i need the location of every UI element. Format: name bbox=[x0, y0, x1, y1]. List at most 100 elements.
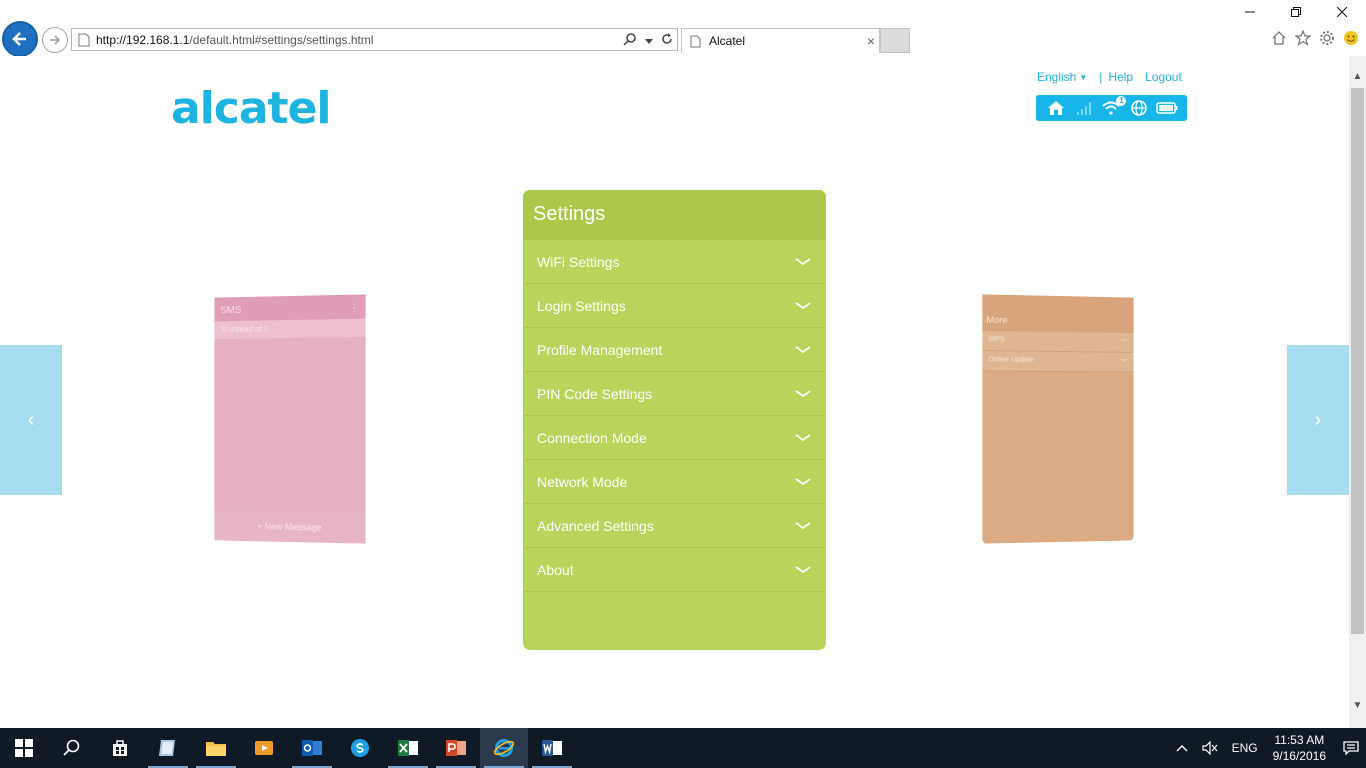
menu-item-label: Login Settings bbox=[537, 297, 626, 314]
clock-date: 9/16/2016 bbox=[1272, 749, 1326, 763]
favorites-star-icon[interactable] bbox=[1294, 29, 1312, 47]
minimize-icon[interactable] bbox=[1238, 4, 1262, 20]
file-explorer-icon[interactable] bbox=[192, 728, 240, 768]
media-player-icon[interactable] bbox=[240, 728, 288, 768]
clock[interactable]: 11:53 AM 9/16/2016 bbox=[1273, 732, 1326, 764]
settings-gear-icon[interactable] bbox=[1318, 29, 1336, 47]
chevron-down-icon bbox=[794, 301, 812, 311]
system-tray: ENG 11:53 AM 9/16/2016 bbox=[1169, 728, 1366, 768]
browser-tab[interactable]: Alcatel × bbox=[681, 28, 880, 53]
clock-time: 11:53 AM bbox=[1274, 733, 1325, 747]
app-icon[interactable] bbox=[144, 728, 192, 768]
carousel-prev-button[interactable]: ‹ bbox=[0, 345, 62, 495]
settings-panel: Settings WiFi Settings Login Settings Pr… bbox=[523, 190, 826, 650]
menu-item-network-mode[interactable]: Network Mode bbox=[523, 460, 826, 504]
chevron-down-icon: ﹀ bbox=[1120, 339, 1128, 347]
tab-close-icon[interactable]: × bbox=[867, 33, 875, 49]
menu-item-label: Profile Management bbox=[537, 341, 663, 358]
alcatel-logo[interactable]: alcatel bbox=[171, 83, 332, 134]
tab-title: Alcatel bbox=[709, 34, 746, 48]
chevron-down-icon bbox=[794, 433, 812, 443]
input-language[interactable]: ENG bbox=[1232, 741, 1258, 755]
windows-taskbar: ENG 11:53 AM 9/16/2016 bbox=[0, 728, 1366, 768]
skype-icon[interactable] bbox=[336, 728, 384, 768]
page-viewport: alcatel English ▼ | Help Logout 1 ‹ SMS … bbox=[0, 56, 1349, 728]
internet-explorer-icon[interactable] bbox=[480, 728, 528, 768]
signal-strength-icon bbox=[1073, 99, 1095, 117]
search-icon[interactable] bbox=[48, 728, 96, 768]
menu-item-connection-mode[interactable]: Connection Mode bbox=[523, 416, 826, 460]
powerpoint-icon[interactable] bbox=[432, 728, 480, 768]
url-text[interactable]: http://192.168.1.1/default.html#settings… bbox=[96, 33, 374, 47]
feedback-smiley-icon[interactable] bbox=[1342, 29, 1360, 47]
menu-item-label: Advanced Settings bbox=[537, 517, 654, 534]
sms-card-header: SMS ⋮ bbox=[214, 294, 366, 322]
page-icon bbox=[690, 35, 701, 47]
carousel-next-button[interactable]: › bbox=[1287, 345, 1349, 495]
chevron-down-icon: ﹀ bbox=[1120, 359, 1128, 367]
menu-item-advanced-settings[interactable]: Advanced Settings bbox=[523, 504, 826, 548]
sms-card[interactable]: SMS ⋮ 0 unread of 0 + New Message bbox=[214, 294, 366, 544]
window-controls bbox=[1238, 4, 1354, 20]
chevron-down-icon bbox=[794, 565, 812, 575]
menu-item-label: WiFi Settings bbox=[537, 253, 620, 270]
more-item-online-update: Online Update ﹀ bbox=[982, 351, 1134, 373]
sms-unread-count: 0 unread of 0 bbox=[214, 318, 366, 340]
menu-item-login-settings[interactable]: Login Settings bbox=[523, 284, 826, 328]
refresh-icon[interactable] bbox=[661, 33, 673, 48]
address-bar[interactable]: http://192.168.1.1/default.html#settings… bbox=[71, 28, 678, 51]
chevron-down-icon bbox=[794, 389, 812, 399]
new-tab-button[interactable] bbox=[880, 28, 910, 53]
scroll-up-icon[interactable]: ▲ bbox=[1349, 68, 1366, 85]
scrollbar-thumb[interactable] bbox=[1351, 88, 1364, 634]
chevron-down-icon[interactable]: ▼ bbox=[1079, 73, 1087, 82]
battery-icon bbox=[1156, 99, 1178, 117]
home-icon[interactable] bbox=[1045, 99, 1067, 117]
restore-icon[interactable] bbox=[1284, 4, 1308, 20]
device-status-bar: 1 bbox=[1036, 95, 1187, 121]
wifi-icon: 1 bbox=[1100, 96, 1127, 117]
wifi-client-badge: 1 bbox=[1116, 96, 1127, 106]
chevron-left-icon: ‹ bbox=[27, 408, 35, 431]
menu-item-label: Network Mode bbox=[537, 473, 628, 490]
outlook-icon[interactable] bbox=[288, 728, 336, 768]
new-message-link: + New Message bbox=[214, 510, 366, 544]
dropdown-caret-icon[interactable] bbox=[645, 34, 653, 48]
menu-item-label: About bbox=[537, 561, 574, 578]
settings-title: Settings bbox=[523, 190, 826, 240]
logout-link[interactable]: Logout bbox=[1145, 70, 1182, 84]
scroll-down-icon[interactable]: ▼ bbox=[1349, 697, 1366, 714]
forward-arrow-icon[interactable] bbox=[42, 27, 68, 53]
start-button[interactable] bbox=[0, 728, 48, 768]
language-selector[interactable]: English bbox=[1037, 70, 1076, 84]
sms-card-title: SMS bbox=[220, 304, 242, 317]
search-icon[interactable] bbox=[623, 32, 637, 49]
menu-item-wifi-settings[interactable]: WiFi Settings bbox=[523, 240, 826, 284]
chevron-down-icon bbox=[794, 257, 812, 267]
more-item-label: WPS bbox=[988, 335, 1005, 344]
chevron-down-icon bbox=[794, 345, 812, 355]
chevron-right-icon: › bbox=[1314, 408, 1322, 431]
more-item-label: Online Update bbox=[988, 356, 1034, 364]
separator: | bbox=[1099, 70, 1103, 84]
menu-item-profile-management[interactable]: Profile Management bbox=[523, 328, 826, 372]
chevron-down-icon bbox=[794, 477, 812, 487]
menu-item-about[interactable]: About bbox=[523, 548, 826, 592]
excel-icon[interactable] bbox=[384, 728, 432, 768]
show-hidden-icons-chevron-up-icon[interactable] bbox=[1176, 744, 1188, 752]
close-window-icon[interactable] bbox=[1330, 4, 1354, 20]
action-center-icon[interactable] bbox=[1343, 741, 1359, 755]
word-icon[interactable] bbox=[528, 728, 576, 768]
menu-item-pin-code-settings[interactable]: PIN Code Settings bbox=[523, 372, 826, 416]
more-card[interactable]: More WPS ﹀ Online Update ﹀ bbox=[982, 294, 1134, 544]
globe-icon bbox=[1128, 99, 1150, 117]
more-card-title: More bbox=[982, 294, 1134, 334]
url-host: http://192.168.1.1 bbox=[96, 32, 190, 47]
store-icon[interactable] bbox=[96, 728, 144, 768]
help-link[interactable]: Help bbox=[1108, 70, 1133, 84]
home-icon[interactable] bbox=[1270, 29, 1288, 47]
menu-item-label: PIN Code Settings bbox=[537, 385, 653, 402]
back-arrow-icon[interactable] bbox=[2, 21, 38, 57]
volume-muted-icon[interactable] bbox=[1201, 741, 1218, 755]
menu-item-label: Connection Mode bbox=[537, 429, 647, 446]
